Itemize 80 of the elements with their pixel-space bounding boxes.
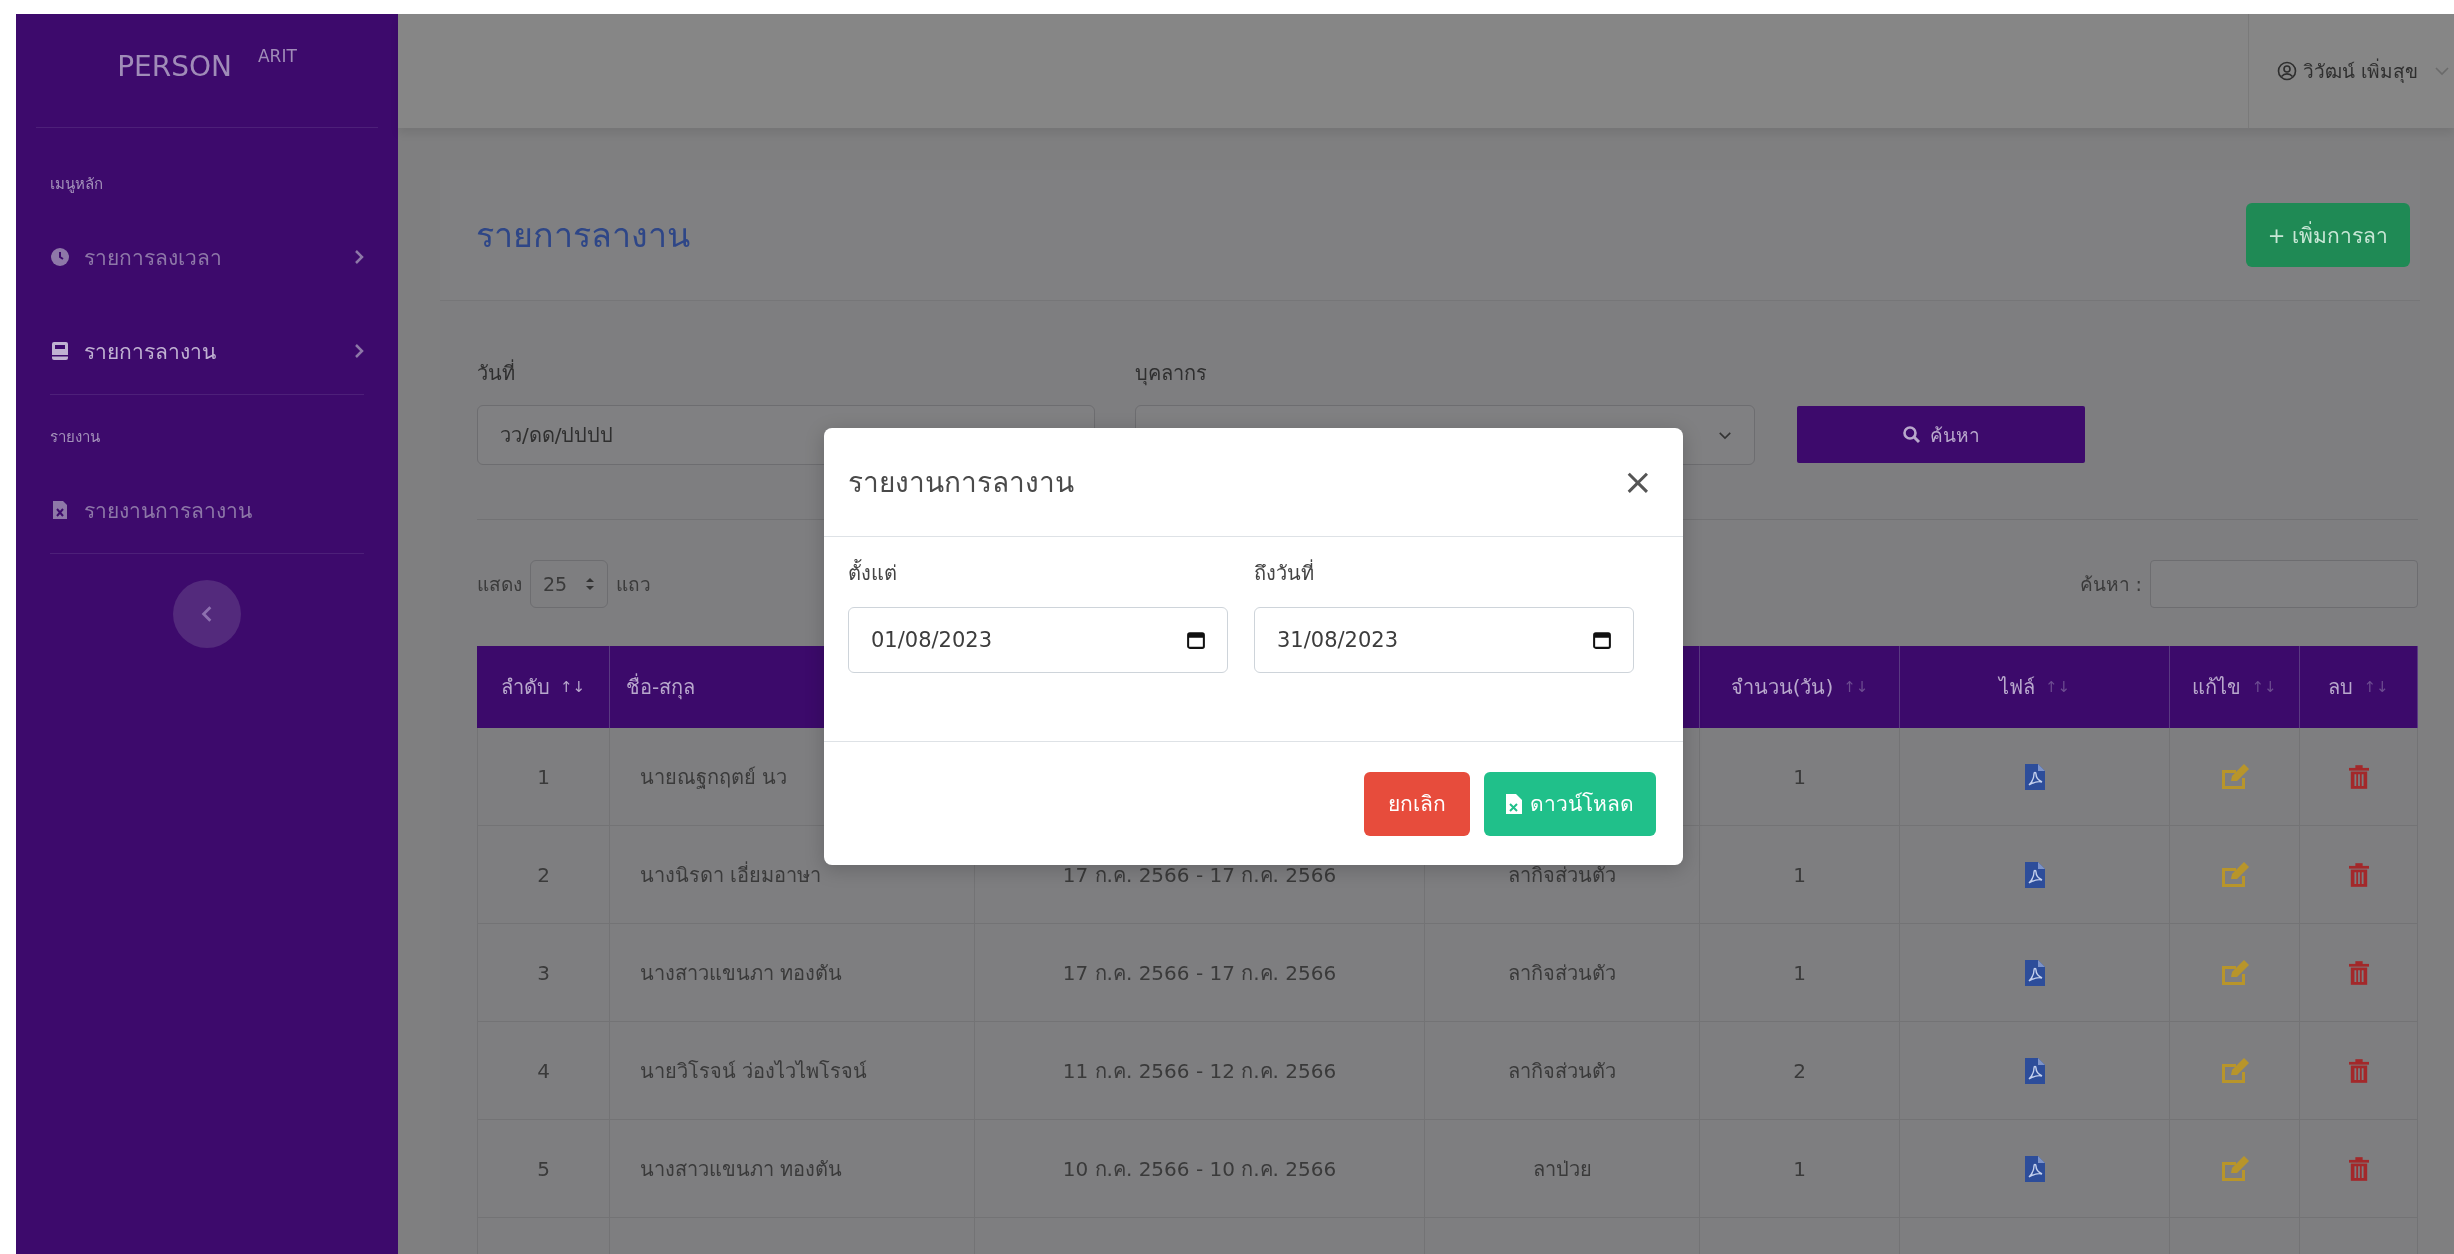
pdf-file-icon[interactable] (2024, 959, 2045, 986)
search-icon (1902, 424, 1922, 445)
rows-label: แถว (616, 572, 652, 597)
chevron-left-icon (201, 605, 213, 623)
book-icon (50, 341, 70, 361)
column-header[interactable]: จำนวน(วัน) (1730, 671, 1834, 703)
trash-icon[interactable] (2348, 763, 2369, 790)
table-cell-text: 11 ก.ค. 2566 - 12 ก.ค. 2566 (1062, 1057, 1337, 1085)
table-cell: 4 (537, 1058, 550, 1083)
table-cell: 5 (537, 1156, 550, 1181)
table-cell-text: ลาป่วย (1532, 1155, 1592, 1183)
edit-icon[interactable] (2219, 861, 2250, 888)
edit-icon[interactable] (2219, 763, 2250, 790)
field-label: ตั้งแต่ (848, 558, 898, 587)
trash-icon[interactable] (2348, 861, 2369, 888)
user-icon (2276, 61, 2297, 81)
spreadsheet-icon (50, 500, 70, 520)
user-menu[interactable]: วิวัฒน์ เพิ่มสุข (2247, 14, 2454, 128)
add-leave-button[interactable]: + เพิ่มการลา (2245, 203, 2410, 267)
spreadsheet-icon (1506, 793, 1522, 814)
table-cell: 1 (1793, 764, 1806, 789)
chevron-down-icon (2434, 66, 2450, 76)
pdf-file-icon[interactable] (2024, 1155, 2045, 1182)
table-cell: 2 (1793, 1058, 1806, 1083)
table-cell-text: นายวิโรจน์ ว่องไวไพโรจน์ (640, 1057, 868, 1085)
table-cell-text: ลากิจส่วนตัว (1508, 861, 1616, 889)
table-cell: 1 (1793, 960, 1806, 985)
column-header[interactable]: แก้ไข (2192, 671, 2242, 703)
edit-icon[interactable] (2219, 1155, 2250, 1182)
sidebar-item[interactable]: รายงานการลางาน (50, 475, 364, 545)
search-button[interactable]: ค้นหา (1797, 406, 2085, 463)
field-label: บุคลากร (1135, 360, 1208, 388)
brand-name: PERSON (117, 50, 232, 83)
table-cell-text: นางสาวแขนภา ทองตัน (640, 1155, 843, 1183)
sort-icon[interactable]: ↑↓ (559, 678, 586, 696)
table-cell-text: นางสาวแขนภา ทองตัน (640, 959, 843, 987)
sidebar-item[interactable]: รายการลงเวลา (50, 222, 364, 292)
calendar-icon[interactable] (1593, 631, 1611, 649)
table-cell-text: 17 ก.ค. 2566 - 17 ก.ค. 2566 (1062, 861, 1337, 889)
sidebar-item[interactable]: รายการลางาน (50, 316, 364, 386)
close-button[interactable]: × (1616, 464, 1659, 500)
page-title: รายการลางาน (476, 214, 690, 257)
trash-icon[interactable] (2348, 1057, 2369, 1084)
trash-icon[interactable] (2348, 959, 2369, 986)
column-header[interactable]: ลำดับ (500, 671, 550, 703)
edit-icon[interactable] (2219, 959, 2250, 986)
brand-tag: ARIT (257, 46, 297, 66)
table-cell-text: นายณฐกฤตย์ นว (640, 763, 788, 791)
show-label: แสดง (477, 572, 522, 597)
trash-icon[interactable] (2348, 1155, 2369, 1182)
table-cell-text: 10 ก.ค. 2566 - 10 ก.ค. 2566 (1062, 1155, 1337, 1183)
clock-icon (50, 247, 70, 267)
search-label: ค้นหา : (2079, 572, 2142, 597)
edit-icon[interactable] (2219, 1057, 2250, 1084)
field-label: ถึงวันที่ (1254, 558, 1315, 587)
date-field[interactable]: 31/08/2023 (1254, 607, 1634, 673)
column-header[interactable]: ชื่อ-สกุล (626, 671, 696, 703)
column-header[interactable]: ไฟล์ (1998, 671, 2035, 703)
menu-section-label: เมนูหลัก (50, 174, 104, 195)
table-cell: 1 (1793, 1156, 1806, 1181)
column-header[interactable]: ลบ (2328, 671, 2354, 703)
field-label: วันที่ (477, 358, 516, 387)
up-down-icon (585, 577, 596, 591)
cancel-button[interactable]: ยกเลิก (1364, 771, 1470, 836)
calendar-icon[interactable] (1187, 631, 1205, 649)
table-cell-text: ลากิจส่วนตัว (1508, 1057, 1616, 1085)
table-cell-text: นางนิรดา เอี่ยมอาษา (640, 860, 822, 889)
table-cell: 1 (1793, 862, 1806, 887)
menu-section-label: รายงาน (50, 427, 101, 448)
table-cell: 1 (537, 764, 550, 789)
table-cell-text: 17 ก.ค. 2566 - 17 ก.ค. 2566 (1062, 959, 1337, 987)
table-cell-text: ลากิจส่วนตัว (1508, 959, 1616, 987)
date-field[interactable]: 01/08/2023 (848, 607, 1228, 673)
pdf-file-icon[interactable] (2024, 763, 2045, 790)
table-cell: 3 (537, 960, 550, 985)
chevron-down-icon (1718, 430, 1732, 440)
pdf-file-icon[interactable] (2024, 861, 2045, 888)
pdf-file-icon[interactable] (2024, 1057, 2045, 1084)
dialog-title: รายงานการลางาน (848, 465, 1074, 501)
table-cell: 2 (537, 862, 550, 887)
